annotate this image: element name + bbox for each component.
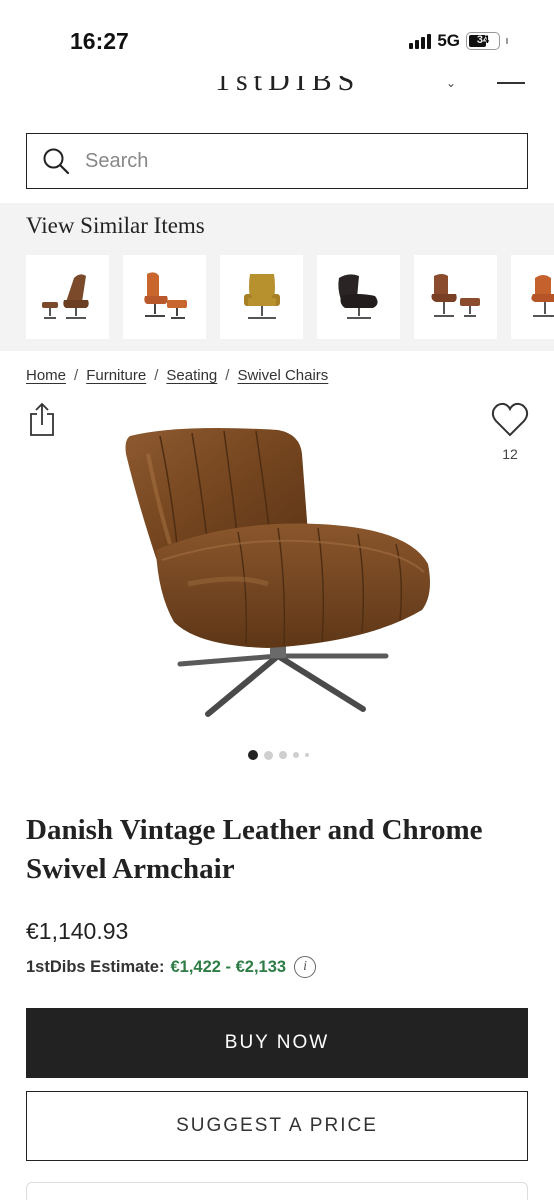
site-header: 1stDIBS ⌄ (0, 66, 554, 96)
menu-icon[interactable] (497, 82, 525, 84)
pager-dot[interactable] (304, 753, 309, 757)
orange-lounge-chair-ottoman-icon (143, 272, 187, 319)
brown-leather-swivel-armchair-photo (125, 428, 430, 717)
favorite-button[interactable] (490, 400, 530, 440)
similar-items-carousel[interactable] (26, 255, 554, 339)
similar-item-6[interactable] (511, 255, 554, 339)
battery-level: 34 (476, 34, 490, 46)
breadcrumb-seating[interactable]: Seating (166, 367, 217, 384)
mustard-swivel-chair-icon (243, 274, 280, 319)
next-section-card (26, 1182, 528, 1200)
similar-item-1[interactable] (26, 255, 109, 339)
similar-item-5[interactable] (414, 255, 497, 339)
orange-lounge-chair-icon (530, 275, 554, 317)
similar-items-section: View Similar Items (0, 203, 554, 351)
swivel-lounge-chair-ottoman-icon (41, 274, 89, 319)
status-time: 16:27 (70, 28, 129, 54)
battery-icon: 34 (466, 32, 500, 50)
product-image[interactable] (118, 424, 438, 724)
chevron-down-icon[interactable]: ⌄ (446, 76, 456, 90)
pager-dot-active[interactable] (247, 750, 258, 760)
similar-item-2[interactable] (123, 255, 206, 339)
similar-item-3[interactable] (220, 255, 303, 339)
breadcrumb-separator: / (154, 367, 159, 384)
share-button[interactable] (27, 401, 57, 437)
brown-lounge-chair-ottoman-icon (431, 274, 480, 317)
pager-dot[interactable] (263, 750, 273, 760)
network-label: 5G (437, 31, 460, 50)
breadcrumb-swivel-chairs[interactable]: Swivel Chairs (237, 367, 328, 384)
battery-tip (506, 38, 508, 44)
estimate-label: 1stDibs Estimate: (26, 957, 165, 976)
similar-item-4[interactable] (317, 255, 400, 339)
heart-icon (491, 402, 529, 437)
breadcrumb-home[interactable]: Home (26, 367, 66, 384)
breadcrumb-furniture[interactable]: Furniture (86, 367, 146, 384)
breadcrumb: Home / Furniture / Seating / Swivel Chai… (26, 367, 328, 384)
search-input[interactable] (85, 149, 485, 173)
site-logo[interactable]: 1stDIBS (215, 76, 360, 96)
status-indicators: 5G 34 (409, 31, 508, 51)
breadcrumb-separator: / (74, 367, 79, 384)
search-bar[interactable] (26, 133, 528, 189)
favorite-count: 12 (502, 446, 518, 462)
similar-items-title: View Similar Items (26, 213, 205, 238)
image-pager[interactable] (0, 750, 554, 760)
search-icon (41, 146, 71, 176)
share-icon (30, 402, 54, 436)
product-price: €1,140.93 (26, 918, 129, 944)
suggest-price-button[interactable]: SUGGEST A PRICE (26, 1091, 528, 1161)
black-swivel-chair-icon (337, 274, 378, 319)
info-icon[interactable]: i (294, 956, 317, 978)
pager-dot[interactable] (278, 751, 287, 759)
product-title: Danish Vintage Leather and Chrome Swivel… (26, 814, 483, 885)
estimate-range: €1,422 - €2,133 (170, 957, 287, 976)
estimate-row: 1stDibs Estimate: €1,422 - €2,133 i (26, 956, 317, 978)
breadcrumb-separator: / (225, 367, 230, 384)
pager-dot[interactable] (292, 752, 299, 758)
buy-now-button[interactable]: BUY NOW (26, 1008, 528, 1078)
signal-icon (409, 33, 432, 49)
